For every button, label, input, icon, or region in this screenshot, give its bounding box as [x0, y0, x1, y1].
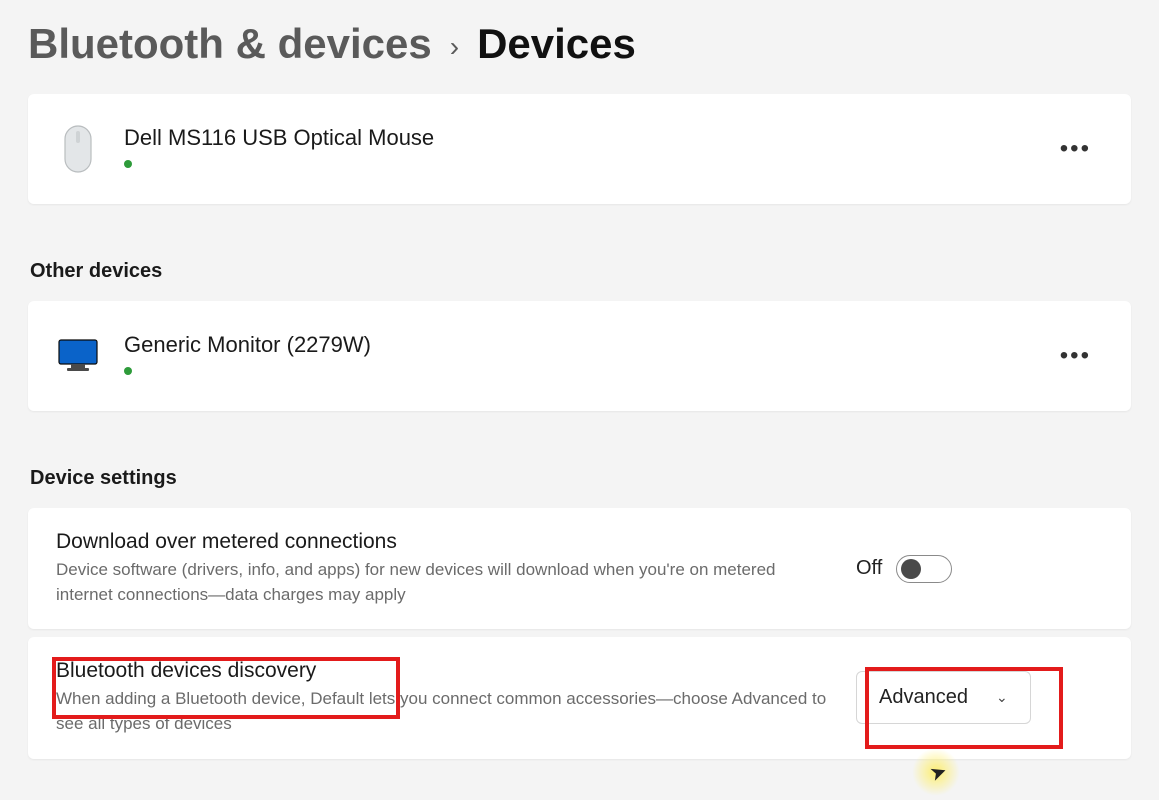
device-name: Generic Monitor (2279W) — [124, 332, 1048, 358]
mouse-icon — [56, 121, 100, 177]
setting-metered: Download over metered connections Device… — [28, 508, 1131, 629]
section-title-settings: Device settings — [30, 467, 1131, 490]
device-text: Generic Monitor (2279W) — [124, 332, 1048, 380]
setting-discovery: Bluetooth devices discovery When adding … — [28, 637, 1131, 758]
section-title-other: Other devices — [30, 260, 1131, 283]
toggle-label: Off — [856, 557, 882, 580]
status-dot-icon — [124, 367, 132, 375]
chevron-down-icon: ⌄ — [996, 689, 1008, 706]
setting-desc: When adding a Bluetooth device, Default … — [56, 687, 836, 736]
setting-desc: Device software (drivers, info, and apps… — [56, 558, 836, 607]
device-text: Dell MS116 USB Optical Mouse — [124, 125, 1048, 173]
toggle-wrap: Off — [856, 555, 952, 583]
breadcrumb-current: Devices — [477, 20, 636, 68]
monitor-icon — [56, 328, 100, 384]
discovery-select[interactable]: Advanced ⌄ — [856, 671, 1031, 724]
setting-title: Bluetooth devices discovery — [56, 659, 836, 683]
device-card-mouse[interactable]: Dell MS116 USB Optical Mouse ••• — [28, 94, 1131, 204]
setting-title: Download over metered connections — [56, 530, 836, 554]
breadcrumb: Bluetooth & devices › Devices — [28, 20, 1131, 68]
device-card-monitor[interactable]: Generic Monitor (2279W) ••• — [28, 301, 1131, 411]
device-more-button[interactable]: ••• — [1048, 334, 1103, 378]
chevron-right-icon: › — [450, 31, 459, 63]
metered-toggle[interactable] — [896, 555, 952, 583]
breadcrumb-parent[interactable]: Bluetooth & devices — [28, 20, 432, 68]
select-value: Advanced — [879, 686, 968, 709]
device-name: Dell MS116 USB Optical Mouse — [124, 125, 1048, 151]
status-dot-icon — [124, 160, 132, 168]
cursor-icon: ➤ — [926, 758, 950, 787]
toggle-knob-icon — [901, 559, 921, 579]
device-more-button[interactable]: ••• — [1048, 127, 1103, 171]
